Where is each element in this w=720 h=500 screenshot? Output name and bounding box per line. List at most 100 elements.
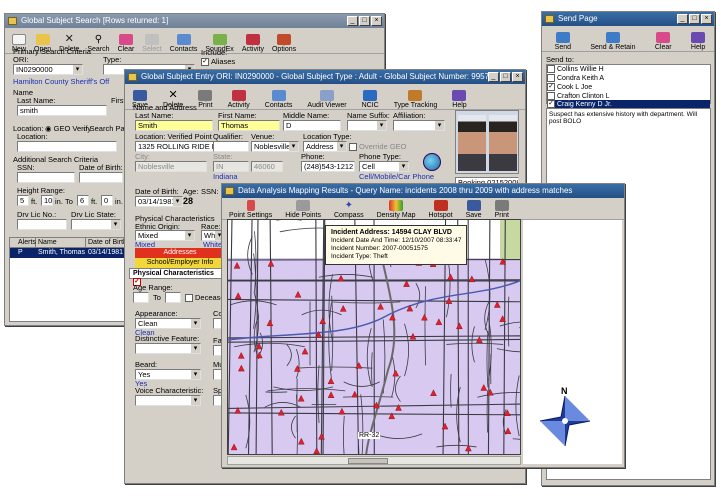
zip-field[interactable]: 46060 bbox=[251, 161, 283, 172]
send-page-titlebar[interactable]: Send Page _ □ × bbox=[542, 12, 714, 26]
maximize-button[interactable]: □ bbox=[359, 16, 370, 26]
height-from-ft[interactable]: 5 bbox=[17, 195, 29, 206]
clear-button[interactable]: Clear bbox=[115, 29, 138, 53]
mugshot-side-photo[interactable] bbox=[489, 115, 517, 171]
location-type-field[interactable]: Address bbox=[303, 141, 347, 152]
activity-label: Activity bbox=[227, 102, 250, 109]
minimize-button[interactable]: _ bbox=[347, 16, 358, 26]
street-line bbox=[343, 396, 394, 398]
type-tracking-button[interactable]: Type Tracking bbox=[391, 85, 441, 109]
city-field[interactable]: Noblesville bbox=[135, 161, 207, 172]
dob-field[interactable]: 03/14/1981 bbox=[135, 196, 183, 207]
affiliation-field[interactable] bbox=[393, 120, 445, 131]
close-button[interactable]: × bbox=[512, 72, 523, 82]
tab-addresses[interactable]: Addresses bbox=[135, 248, 225, 258]
last-name-field[interactable]: smith bbox=[17, 105, 107, 116]
ncic-button[interactable]: NCIC bbox=[359, 85, 382, 109]
suffix-field[interactable] bbox=[347, 120, 387, 131]
compass-button[interactable]: ✦ Compass bbox=[331, 199, 367, 219]
camera-icon[interactable]: ◙ bbox=[525, 123, 526, 134]
rotate-icon[interactable]: ↻ bbox=[525, 134, 526, 145]
print-button[interactable]: Print bbox=[195, 85, 215, 109]
activity-button[interactable]: Activity bbox=[239, 29, 267, 53]
send-button[interactable]: Send bbox=[552, 27, 574, 51]
height-to-ft[interactable]: 6 bbox=[77, 195, 89, 206]
maximize-button[interactable]: □ bbox=[689, 14, 700, 24]
list-item[interactable]: Condra Keith A bbox=[547, 73, 710, 83]
activity-button[interactable]: Activity bbox=[225, 85, 253, 109]
help-icon bbox=[452, 90, 467, 101]
venue-field[interactable]: Noblesville bbox=[251, 141, 299, 152]
voice-field[interactable] bbox=[135, 395, 201, 406]
location-field[interactable]: 1325 ROLLING RIDE DR bbox=[135, 141, 221, 152]
list-item[interactable]: Crafton Clinton L bbox=[547, 91, 710, 101]
ori-field[interactable]: IN0290000 bbox=[13, 64, 83, 75]
hide-points-button[interactable]: Hide Points bbox=[282, 199, 324, 219]
contacts-button[interactable]: Contacts bbox=[167, 29, 201, 53]
tab-school[interactable]: School/Employer Info bbox=[135, 258, 225, 268]
incident-marker bbox=[327, 377, 335, 384]
age-range-to[interactable] bbox=[165, 292, 181, 303]
aliases-checkbox[interactable]: ✓ Aliases bbox=[201, 57, 235, 67]
age-label: Age: bbox=[183, 187, 199, 196]
compass-label: Compass bbox=[334, 212, 364, 219]
mugshot-front-photo[interactable] bbox=[458, 115, 486, 171]
location-field[interactable] bbox=[17, 141, 117, 152]
list-item[interactable]: ✓ Cook L Joe bbox=[547, 82, 710, 92]
col-alerts[interactable]: Alerts bbox=[10, 238, 36, 247]
height-from-in[interactable]: 10 bbox=[41, 195, 53, 206]
dob-field[interactable] bbox=[79, 172, 123, 183]
maximize-button[interactable]: □ bbox=[500, 72, 511, 82]
first-name-field[interactable]: Thomas bbox=[218, 120, 280, 131]
save-button[interactable]: Save bbox=[463, 199, 485, 219]
phone-type-field[interactable]: Cell bbox=[359, 161, 409, 172]
minimize-button[interactable]: _ bbox=[677, 14, 688, 24]
map-horizontal-scrollbar[interactable] bbox=[227, 456, 521, 465]
close-button[interactable]: × bbox=[701, 14, 712, 24]
map-window-titlebar[interactable]: Data Analysis Mapping Results - Query Na… bbox=[222, 184, 624, 198]
tab-physical[interactable]: Physical Characteristics ✓ bbox=[129, 268, 225, 287]
entry-window-titlebar[interactable]: Global Subject Entry ORI: IN0290000 - Gl… bbox=[125, 70, 525, 84]
minimize-button[interactable]: _ bbox=[488, 72, 499, 82]
recipient-checkbox[interactable] bbox=[547, 65, 555, 73]
print-button[interactable]: Print bbox=[492, 199, 512, 219]
qualifier-field[interactable] bbox=[213, 141, 249, 152]
last-name-field[interactable]: Smith bbox=[135, 120, 213, 131]
print-icon[interactable]: ▤ bbox=[525, 145, 526, 156]
age-range-from[interactable] bbox=[133, 292, 149, 303]
help-button[interactable]: Help bbox=[688, 27, 708, 51]
recipient-checkbox[interactable] bbox=[547, 91, 555, 100]
state-field[interactable]: IN bbox=[213, 161, 249, 172]
drv-lic-no-field[interactable] bbox=[17, 219, 67, 230]
recipient-checkbox[interactable] bbox=[547, 73, 555, 82]
close-button[interactable]: × bbox=[371, 16, 382, 26]
select-button[interactable]: Select bbox=[139, 29, 164, 53]
override-geo-checkbox[interactable]: Override GEO bbox=[349, 142, 407, 152]
arrow-up-icon[interactable]: ▲ bbox=[525, 112, 526, 123]
clear-button[interactable]: Clear bbox=[652, 27, 675, 51]
search-window-titlebar[interactable]: Global Subject Search [Rows returned: 1]… bbox=[5, 14, 384, 28]
globe-button[interactable] bbox=[423, 153, 441, 171]
point-settings-button[interactable]: Point Settings bbox=[226, 199, 275, 219]
hotspot-button[interactable]: Hotspot bbox=[425, 199, 455, 219]
height-to-in[interactable]: 0 bbox=[101, 195, 113, 206]
contacts-button[interactable]: Contacts bbox=[262, 85, 296, 109]
options-button[interactable]: Options bbox=[269, 29, 299, 53]
help-button[interactable]: Help bbox=[449, 85, 469, 109]
remove-icon[interactable]: ✕ bbox=[525, 156, 526, 167]
send-retain-button[interactable]: Send & Retain bbox=[587, 27, 638, 51]
drv-lic-state-field[interactable] bbox=[71, 219, 121, 230]
ssn-field[interactable] bbox=[17, 172, 75, 183]
col-name[interactable]: Name bbox=[36, 238, 86, 247]
distinctive-field[interactable] bbox=[135, 343, 201, 354]
audit-viewer-button[interactable]: Audit Viewer bbox=[304, 85, 349, 109]
phone-field[interactable]: (248)543-1212 bbox=[301, 161, 355, 172]
map-window-title: Data Analysis Mapping Results - Query Na… bbox=[238, 186, 573, 195]
map-canvas[interactable]: Incident Address: 14594 CLAY BLVD Incide… bbox=[227, 219, 521, 455]
recipient-checkbox[interactable]: ✓ bbox=[547, 82, 555, 91]
density-map-button[interactable]: Density Map bbox=[374, 199, 419, 219]
list-item[interactable]: Collins Willie H bbox=[547, 65, 710, 74]
scroll-thumb[interactable] bbox=[348, 458, 388, 464]
state-label: State: bbox=[213, 152, 233, 161]
middle-name-field[interactable]: D bbox=[283, 120, 341, 131]
